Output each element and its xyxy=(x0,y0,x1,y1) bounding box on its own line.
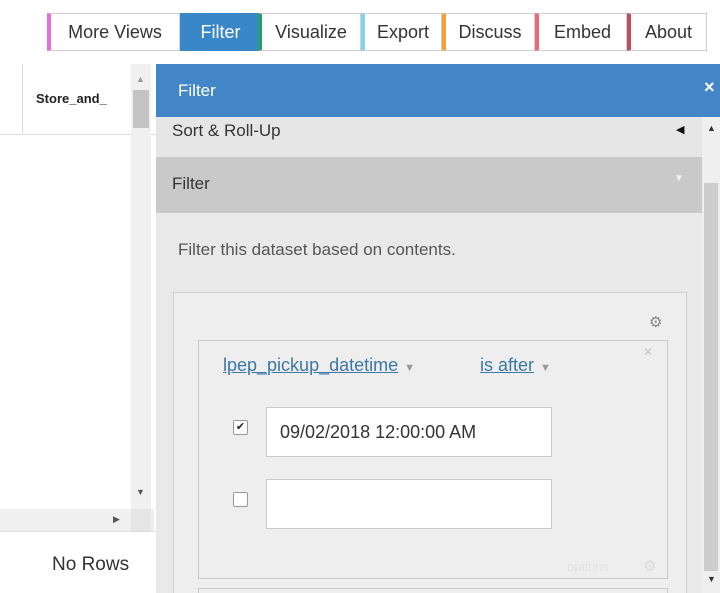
operator-selector[interactable]: is after ▼ xyxy=(480,355,551,376)
value-1-input[interactable] xyxy=(266,407,552,457)
grid-vertical-scrollbar[interactable]: ▲ ▼ xyxy=(131,64,151,509)
gear-icon[interactable]: ⚙ xyxy=(643,557,656,575)
panel-header: Filter × xyxy=(156,64,720,117)
collapsed-arrow-icon: ◀ xyxy=(676,124,685,136)
filter-panel: Filter × Sort & Roll-Up ◀ Filter ▼ ▲ ▼ F… xyxy=(156,64,720,593)
expanded-arrow-icon: ▼ xyxy=(674,173,684,184)
remove-condition-icon[interactable]: ✕ xyxy=(643,345,653,359)
more-views-button[interactable]: More Views xyxy=(47,13,180,51)
column-name: lpep_pickup_datetime xyxy=(223,355,399,375)
filter-description: Filter this dataset based on contents. xyxy=(178,240,456,259)
grid-horizontal-scrollbar[interactable]: ▶ xyxy=(0,509,154,531)
column-separator xyxy=(22,64,23,134)
value-2-input[interactable] xyxy=(266,479,552,529)
filter-button[interactable]: Filter xyxy=(180,13,258,51)
close-icon[interactable]: × xyxy=(704,77,715,98)
scroll-up-arrow-icon[interactable]: ▲ xyxy=(707,123,716,133)
filter-group-box: ⚙ ✕ lpep_pickup_datetime ▼ is after ▼ ✔ op… xyxy=(173,292,687,593)
scroll-down-arrow-icon[interactable]: ▼ xyxy=(707,574,716,584)
operator-name: is after xyxy=(480,355,535,375)
export-button[interactable]: Export xyxy=(361,13,442,51)
grid-footer-divider xyxy=(0,531,156,532)
sort-rollup-section-header[interactable]: Sort & Roll-Up ◀ xyxy=(156,117,702,157)
column-header-store-and-fwd[interactable]: Store_and_ xyxy=(36,91,132,106)
filter-section-label: Filter xyxy=(172,174,210,193)
scroll-right-arrow-icon[interactable]: ▶ xyxy=(113,514,120,525)
scroll-down-arrow-icon[interactable]: ▼ xyxy=(136,487,145,497)
value-1-checkbox[interactable]: ✔ xyxy=(233,420,248,435)
scroll-thumb[interactable] xyxy=(133,90,149,128)
sort-rollup-label: Sort & Roll-Up xyxy=(172,121,281,140)
next-filter-condition xyxy=(198,588,668,593)
panel-vertical-scrollbar[interactable]: ▲ ▼ xyxy=(702,117,720,593)
dropdown-caret-icon: ▼ xyxy=(540,362,551,374)
row-count-status: No Rows xyxy=(52,554,130,575)
embed-button[interactable]: Embed xyxy=(535,13,627,51)
toolbar: More Views Filter Visualize Export Discu… xyxy=(47,13,707,51)
scroll-up-arrow-icon[interactable]: ▲ xyxy=(136,74,145,84)
filter-section-header[interactable]: Filter ▼ xyxy=(156,157,702,213)
discuss-button[interactable]: Discuss xyxy=(442,13,535,51)
panel-title: Filter xyxy=(178,81,216,100)
dropdown-caret-icon: ▼ xyxy=(404,362,416,374)
filter-condition: ✕ lpep_pickup_datetime ▼ is after ▼ ✔ opti… xyxy=(198,340,668,579)
scrollbar-corner xyxy=(131,509,151,531)
visualize-button[interactable]: Visualize xyxy=(258,13,361,51)
options-link[interactable]: options xyxy=(567,559,609,574)
gear-icon[interactable]: ⚙ xyxy=(649,313,662,331)
column-selector[interactable]: lpep_pickup_datetime ▼ xyxy=(223,355,415,376)
scroll-thumb[interactable] xyxy=(704,183,718,571)
value-2-checkbox[interactable] xyxy=(233,492,248,507)
about-button[interactable]: About xyxy=(627,13,707,51)
